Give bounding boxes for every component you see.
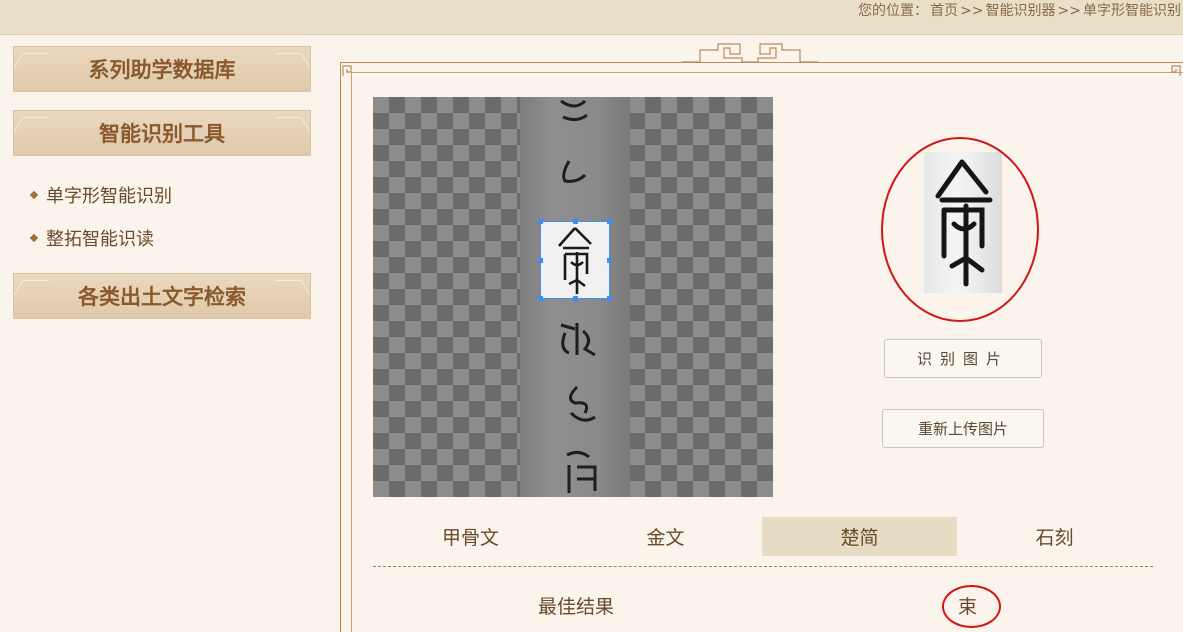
fret-ornament-icon: [682, 43, 818, 63]
divider: [373, 566, 1153, 567]
best-result-label: 最佳结果: [538, 596, 615, 618]
diamond-bullet-icon: [29, 190, 39, 200]
image-crop-canvas[interactable]: [373, 97, 773, 497]
tab-bronze[interactable]: 金文: [568, 517, 763, 556]
sidebar-item-label: 单字形智能识别: [46, 186, 172, 207]
breadcrumb-prefix: 您的位置：: [858, 3, 929, 19]
crop-handle[interactable]: [573, 219, 578, 224]
reupload-image-button[interactable]: 重新上传图片: [882, 409, 1044, 448]
crop-handle[interactable]: [607, 258, 612, 263]
slip-glyph-icon: [566, 450, 597, 493]
sidebar-item-rubbing[interactable]: 整拓智能识读: [29, 225, 154, 251]
crop-handle[interactable]: [538, 219, 543, 224]
sidebar-section-label: 各类出土文字检索: [78, 285, 246, 309]
breadcrumb-recognizer-link[interactable]: 智能识别器: [986, 3, 1056, 19]
crop-handle[interactable]: [607, 219, 612, 224]
recognize-image-button[interactable]: 识别图片: [884, 339, 1042, 378]
tab-oracle-bone[interactable]: 甲骨文: [373, 517, 568, 556]
sidebar-item-label: 整拓智能识读: [46, 229, 154, 250]
diamond-bullet-icon: [29, 233, 39, 243]
sidebar-item-single-char[interactable]: 单字形智能识别: [29, 182, 172, 208]
sidebar-section-search[interactable]: 各类出土文字检索: [13, 273, 311, 319]
sidebar-section-label: 智能识别工具: [99, 122, 225, 146]
slip-glyph-icon: [560, 99, 588, 122]
crop-handle[interactable]: [607, 296, 612, 301]
crop-selection-box[interactable]: [538, 219, 612, 301]
frame-corner-icon: [342, 65, 352, 76]
crop-handle[interactable]: [573, 296, 578, 301]
breadcrumb-separator: >>: [1057, 3, 1081, 19]
sidebar-section-tools[interactable]: 智能识别工具: [13, 110, 311, 156]
crop-handle[interactable]: [538, 296, 543, 301]
preview-highlight-circle: [881, 137, 1039, 322]
slip-glyph-icon: [569, 385, 596, 422]
slip-glyph-icon: [562, 160, 587, 183]
top-bar: 您的位置： 首页 >> 智能识别器 >> 单字形智能识别: [0, 0, 1183, 35]
slip-glyph-icon: [560, 323, 596, 357]
breadcrumb-current: 单字形智能识别: [1083, 3, 1181, 19]
sidebar-section-label: 系列助学数据库: [88, 58, 236, 82]
tab-chu-bamboo[interactable]: 楚简: [762, 517, 957, 556]
breadcrumb-home-link[interactable]: 首页: [930, 3, 958, 19]
tab-stone-inscription[interactable]: 石刻: [957, 517, 1152, 556]
sidebar-section-database[interactable]: 系列助学数据库: [13, 46, 311, 92]
selected-glyph-icon: [558, 227, 592, 294]
crop-handle[interactable]: [538, 258, 543, 263]
breadcrumb-separator: >>: [960, 3, 984, 19]
result-highlight-circle: [942, 585, 1001, 628]
frame-corner-icon: [1171, 65, 1181, 76]
breadcrumb: 您的位置： 首页 >> 智能识别器 >> 单字形智能识别: [858, 0, 1183, 22]
